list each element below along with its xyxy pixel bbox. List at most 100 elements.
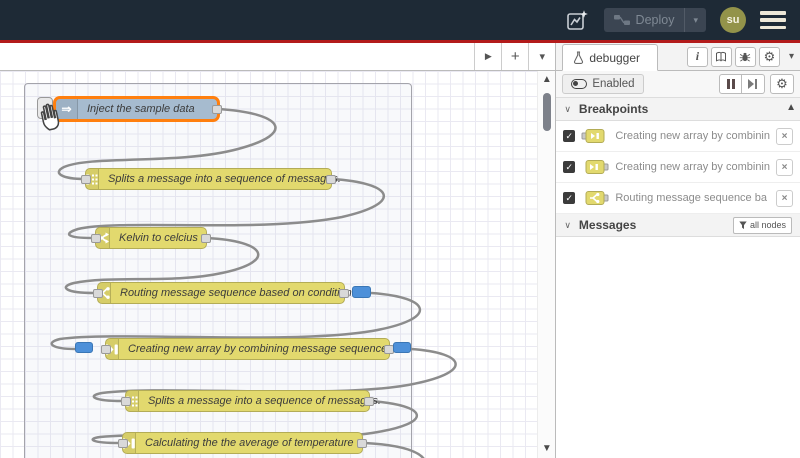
deploy-button-main[interactable]: Deploy bbox=[604, 13, 685, 27]
node-label: Splits a message into a sequence of mess… bbox=[108, 173, 341, 185]
gear-icon: ⚙ bbox=[763, 48, 776, 64]
tab-debugger[interactable]: debugger bbox=[562, 44, 659, 71]
tab-scroll-right-button[interactable]: ▶ bbox=[474, 43, 502, 70]
output-port[interactable] bbox=[357, 438, 367, 448]
info-tab-button[interactable]: i bbox=[686, 46, 708, 67]
input-port[interactable] bbox=[121, 396, 131, 406]
hamburger-bar bbox=[760, 18, 786, 22]
help-tab-button[interactable] bbox=[710, 46, 732, 67]
canvas-vertical-scrollbar[interactable]: ▲ ▼ bbox=[537, 71, 556, 458]
output-port[interactable] bbox=[212, 104, 222, 114]
workspace-column: ▶ + ▾ ⇒ Inject the sample data Splits a … bbox=[0, 43, 557, 458]
breakpoint-label: Creating new array by combinin bbox=[615, 161, 770, 173]
node-label: Splits a message into a sequence of mess… bbox=[148, 395, 381, 407]
input-port[interactable] bbox=[81, 174, 91, 184]
sidebar-menu-button[interactable]: ▾ bbox=[789, 51, 794, 62]
bug-icon bbox=[740, 52, 751, 61]
input-port[interactable] bbox=[93, 288, 103, 298]
debugger-toolbar: Enabled ⚙ bbox=[556, 71, 800, 98]
breakpoint-marker-join-output[interactable] bbox=[393, 342, 411, 353]
enabled-label: Enabled bbox=[592, 78, 635, 90]
toggle-icon bbox=[571, 79, 588, 89]
filter-label: all nodes bbox=[749, 220, 786, 230]
node-switch[interactable]: Routing message sequence based on condit… bbox=[93, 282, 352, 304]
messages-title: Messages bbox=[578, 218, 637, 232]
workspace-tab-bar: ▶ + ▾ bbox=[0, 43, 556, 71]
output-port[interactable] bbox=[339, 288, 349, 298]
breakpoint-marker-switch-output[interactable] bbox=[352, 286, 371, 298]
breakpoint-label: Routing message sequence ba bbox=[615, 192, 767, 204]
node-label: Routing message sequence based on condit… bbox=[120, 287, 352, 299]
deploy-dropdown-button[interactable]: ▾ bbox=[684, 8, 706, 32]
mini-node-switch-icon bbox=[585, 191, 609, 205]
output-port[interactable] bbox=[364, 396, 374, 406]
node-label: Kelvin to celcius bbox=[119, 232, 198, 244]
scrollbar-thumb[interactable] bbox=[543, 93, 552, 131]
deploy-nodes-icon bbox=[613, 15, 630, 25]
plus-icon: + bbox=[510, 48, 520, 65]
book-icon bbox=[716, 51, 727, 62]
breakpoint-label: Creating new array by combinin bbox=[615, 130, 770, 142]
chevron-down-icon: ▾ bbox=[788, 51, 794, 62]
deploy-chevron-icon: ▾ bbox=[693, 14, 698, 25]
ai-assistant-button[interactable] bbox=[564, 8, 590, 32]
play-icon: ▶ bbox=[484, 51, 492, 61]
sidebar-tab-bar: debugger i ⚙ ▾ bbox=[556, 43, 800, 71]
pause-button[interactable] bbox=[719, 74, 742, 94]
step-button[interactable] bbox=[742, 74, 765, 94]
user-avatar[interactable]: su bbox=[720, 7, 746, 33]
hamburger-bar bbox=[760, 25, 786, 29]
debugger-settings-button[interactable]: ⚙ bbox=[770, 74, 794, 94]
node-split-2[interactable]: Splits a message into a sequence of mess… bbox=[121, 390, 381, 412]
input-port[interactable] bbox=[91, 233, 101, 243]
debug-tab-button[interactable] bbox=[734, 46, 756, 67]
hamburger-bar bbox=[760, 11, 786, 15]
input-port[interactable] bbox=[118, 438, 128, 448]
scroll-down-arrow-icon[interactable]: ▼ bbox=[538, 443, 555, 454]
output-port[interactable] bbox=[201, 233, 211, 243]
step-icon bbox=[748, 79, 757, 89]
breakpoint-checkbox[interactable]: ✓ bbox=[563, 130, 576, 142]
funnel-icon bbox=[739, 221, 747, 229]
debugger-step-controls bbox=[719, 74, 765, 94]
scroll-up-arrow-icon[interactable]: ▲ bbox=[786, 102, 796, 113]
flow-canvas[interactable]: ⇒ Inject the sample data Splits a messag… bbox=[0, 71, 556, 458]
breakpoint-row[interactable]: ✓ Creating new array by combinin × bbox=[556, 121, 800, 152]
pause-icon bbox=[726, 79, 735, 89]
node-join-1[interactable]: Creating new array by combining message … bbox=[101, 338, 394, 360]
info-icon: i bbox=[695, 49, 700, 63]
input-port[interactable] bbox=[101, 344, 111, 354]
output-port[interactable] bbox=[326, 174, 336, 184]
debugger-enabled-toggle[interactable]: Enabled bbox=[562, 74, 644, 94]
add-flow-button[interactable]: + bbox=[501, 43, 529, 70]
settings-tab-button[interactable]: ⚙ bbox=[758, 46, 780, 67]
message-filter-button[interactable]: all nodes bbox=[732, 216, 792, 234]
breakpoint-checkbox[interactable]: ✓ bbox=[563, 192, 576, 204]
messages-panel-body bbox=[556, 237, 800, 458]
avatar-initials: su bbox=[726, 14, 740, 26]
remove-breakpoint-button[interactable]: × bbox=[776, 189, 793, 207]
messages-section-header[interactable]: ∨ Messages all nodes bbox=[556, 214, 800, 237]
breakpoints-section-header[interactable]: ∨ Breakpoints ▲ bbox=[556, 98, 800, 121]
breakpoint-checkbox[interactable]: ✓ bbox=[563, 161, 576, 173]
node-inject[interactable]: ⇒ Inject the sample data bbox=[55, 98, 222, 120]
collapse-chevron-icon: ∨ bbox=[564, 219, 571, 230]
main-menu-button[interactable] bbox=[760, 11, 786, 29]
inject-trigger-button[interactable] bbox=[37, 97, 53, 119]
flow-list-button[interactable]: ▾ bbox=[528, 43, 556, 70]
breakpoint-row[interactable]: ✓ Routing message sequence ba × bbox=[556, 183, 800, 214]
scroll-up-arrow-icon[interactable]: ▲ bbox=[538, 74, 555, 85]
node-split-1[interactable]: Splits a message into a sequence of mess… bbox=[81, 168, 341, 190]
node-join-2[interactable]: Calculating the the average of temperatu… bbox=[118, 432, 367, 454]
deploy-button[interactable]: Deploy ▾ bbox=[603, 8, 706, 32]
node-label: Creating new array by combining message … bbox=[128, 343, 388, 355]
remove-breakpoint-button[interactable]: × bbox=[776, 127, 793, 145]
breakpoint-row[interactable]: ✓ Creating new array by combinin × bbox=[556, 152, 800, 183]
node-red-app: Deploy ▾ su ▶ + ▾ ⇒ Inject the sample da… bbox=[0, 0, 800, 458]
header-bar: Deploy ▾ su bbox=[0, 0, 800, 40]
tab-debugger-label: debugger bbox=[589, 50, 641, 65]
breakpoint-marker-join-input[interactable] bbox=[75, 342, 93, 353]
deploy-label: Deploy bbox=[635, 13, 675, 27]
node-change-kelvin[interactable]: Kelvin to celcius bbox=[91, 227, 211, 249]
remove-breakpoint-button[interactable]: × bbox=[776, 158, 793, 176]
